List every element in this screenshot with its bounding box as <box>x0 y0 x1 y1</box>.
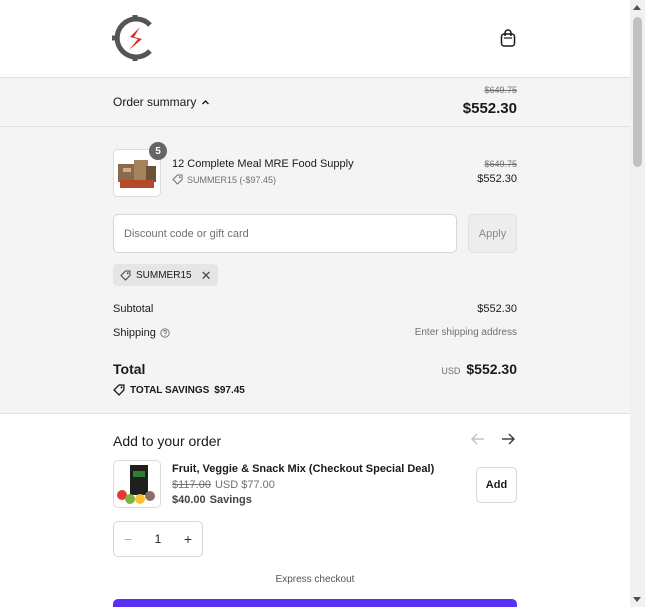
total-currency: USD <box>441 366 461 376</box>
remove-code-icon[interactable]: ✕ <box>201 269 212 282</box>
tag-icon <box>172 174 183 185</box>
order-summary-label: Order summary <box>113 95 197 109</box>
savings-label: TOTAL SAVINGS <box>130 384 210 396</box>
product-discount-text: SUMMER15 (-$97.45) <box>187 174 277 185</box>
increase-quantity-button[interactable]: + <box>184 531 192 547</box>
upsell-original-price: $117.00 <box>172 479 211 491</box>
upsell-savings-amount: $40.00 <box>172 494 206 506</box>
order-summary-panel: 5 12 Complete Meal MRE Food Supply SUMME… <box>0 127 630 414</box>
upsell-image <box>117 465 155 504</box>
upsell-prices: $117.00 USD $77.00 <box>172 479 275 491</box>
tag-icon <box>113 384 125 396</box>
brand-logo[interactable] <box>112 15 158 61</box>
shipping-value: Enter shipping address <box>414 327 517 338</box>
site-header <box>0 0 630 78</box>
upsell-product-name: Fruit, Veggie & Snack Mix (Checkout Spec… <box>172 463 435 475</box>
product-price: $552.30 <box>477 173 517 185</box>
quantity-badge: 5 <box>149 142 167 160</box>
upsell-thumbnail <box>113 460 161 508</box>
upsell-savings: $40.00 Savings <box>172 494 252 506</box>
total-label: Total <box>113 361 146 377</box>
tag-icon <box>120 270 131 281</box>
summary-original-total: $649.75 <box>484 85 517 95</box>
arrow-right-icon[interactable] <box>500 431 516 447</box>
applied-code-chip: SUMMER15 ✕ <box>113 264 219 286</box>
savings-value: $97.45 <box>214 384 245 396</box>
subtotal-value: $552.30 <box>477 303 517 315</box>
scroll-thumb[interactable] <box>633 17 642 167</box>
order-summary-bar: Order summary $649.75 $552.30 <box>0 78 630 127</box>
subtotal-label: Subtotal <box>113 303 154 315</box>
shipping-label: Shipping <box>113 327 156 339</box>
scroll-down-icon[interactable] <box>633 597 641 602</box>
decrease-quantity-button[interactable]: − <box>124 531 132 547</box>
scrollbar[interactable] <box>630 0 645 607</box>
product-original-price: $649.75 <box>484 159 517 169</box>
shopping-bag-icon[interactable] <box>498 28 518 48</box>
total-amount-group: USD $552.30 <box>441 361 517 377</box>
order-summary-toggle[interactable]: Order summary <box>113 95 210 109</box>
upsell-price: USD $77.00 <box>214 479 275 491</box>
help-circle-icon[interactable] <box>160 328 170 338</box>
product-discount: SUMMER15 (-$97.45) <box>172 174 276 185</box>
add-upsell-button[interactable]: Add <box>476 467 517 503</box>
total-value: $552.30 <box>466 361 517 377</box>
product-name: 12 Complete Meal MRE Food Supply <box>172 158 354 170</box>
applied-code-label: SUMMER15 <box>136 269 192 281</box>
quantity-value: 1 <box>154 532 162 546</box>
upsell-title: Add to your order <box>113 433 222 449</box>
express-checkout-label: Express checkout <box>275 574 355 585</box>
summary-total: $552.30 <box>462 100 517 117</box>
chevron-up-icon <box>202 99 210 104</box>
shipping-label-group: Shipping <box>113 327 170 339</box>
discount-code-input[interactable] <box>113 214 457 253</box>
total-savings: TOTAL SAVINGS $97.45 <box>113 384 245 396</box>
upsell-savings-label: Savings <box>209 494 252 506</box>
quantity-stepper: − 1 + <box>113 521 203 557</box>
scroll-up-icon[interactable] <box>633 5 641 10</box>
product-thumbnail: 5 <box>113 142 167 197</box>
arrow-left-icon[interactable] <box>470 431 486 447</box>
express-checkout-button[interactable] <box>113 599 517 607</box>
apply-discount-button[interactable]: Apply <box>468 214 517 253</box>
